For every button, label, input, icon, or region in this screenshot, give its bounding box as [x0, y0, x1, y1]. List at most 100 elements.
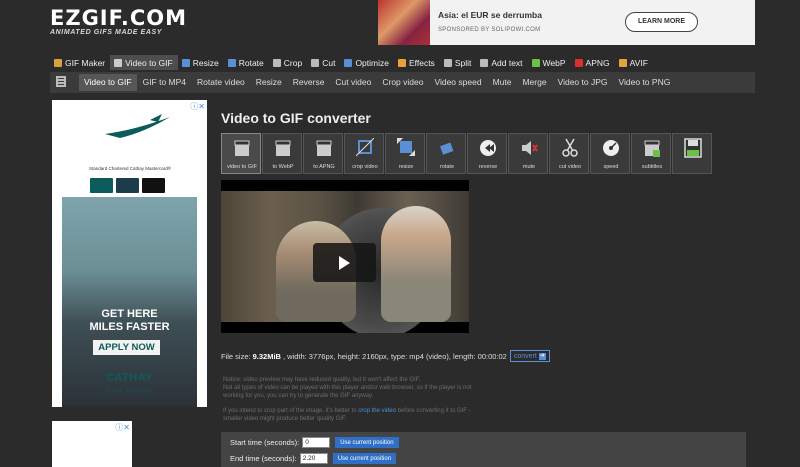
tool-label: crop video [352, 164, 378, 170]
crop-icon [356, 138, 374, 157]
file-info: File size: 9.32MiB , width: 3776px, heig… [221, 350, 550, 362]
tool-video-to-gif[interactable]: video to GIF [221, 133, 261, 174]
gif-maker-icon [54, 58, 62, 67]
tab-video-to-png[interactable]: Video to PNG [614, 74, 676, 91]
start-use-current-button[interactable]: Use current position [335, 437, 399, 448]
tab-video-to-jpg[interactable]: Video to JPG [553, 74, 613, 91]
tab-gif-to-mp4[interactable]: GIF to MP4 [138, 74, 191, 91]
tab-reverse[interactable]: Reverse [288, 74, 330, 91]
tool-toolbar: video to GIF to WebP to APNG crop video resi… [221, 133, 713, 174]
nav-item-gif-maker[interactable]: GIF Maker [50, 55, 110, 70]
ad-headline: GET HERE MILES FASTER [62, 308, 197, 334]
tab-mute[interactable]: Mute [488, 74, 517, 91]
ad-headline-line-2: MILES FASTER [89, 321, 170, 333]
speed-icon [603, 140, 619, 156]
nav-item-label: AVIF [629, 57, 648, 68]
tool-label: cut video [558, 164, 581, 170]
nav-item-optimize[interactable]: Optimize [340, 55, 394, 70]
tab-crop-video[interactable]: Crop video [377, 74, 428, 91]
nav-item-label: Effects [408, 57, 435, 68]
split-icon [443, 58, 452, 67]
tool-save[interactable] [672, 133, 712, 174]
nav-item-crop[interactable]: Crop [269, 55, 307, 70]
tool-reverse[interactable]: reverse [467, 133, 507, 174]
nav-item-video-to-gif[interactable]: Video to GIF [110, 55, 178, 70]
resize-icon [181, 58, 190, 67]
top-banner-ad[interactable]: Asia: el EUR se derrumba SPONSORED BY SO… [378, 0, 755, 45]
scissors-icon [562, 138, 578, 157]
tool-mute[interactable]: mute [508, 133, 548, 174]
start-time-input[interactable] [302, 437, 331, 448]
nav-item-label: GIF Maker [65, 57, 106, 68]
nav-item-rotate[interactable]: Rotate [224, 55, 269, 70]
header: EZGIF.COM ANIMATED GIFS MADE EASY Asia: … [0, 0, 800, 52]
tool-label: speed [603, 164, 619, 170]
tool-to-webp[interactable]: to WebP [262, 133, 302, 174]
nav-item-webp[interactable]: WebP [528, 55, 571, 70]
optimize-icon [344, 58, 353, 67]
video-player[interactable] [221, 180, 469, 333]
file-size-value: 9.32MiB [252, 351, 281, 361]
nav-item-resize[interactable]: Resize [178, 55, 224, 70]
effects-icon [397, 58, 406, 67]
ad-headline: Asia: el EUR se derrumba [438, 10, 542, 20]
sidebar-ad-2[interactable]: ⓘ✕ [52, 421, 132, 467]
scissors-icon [311, 58, 320, 67]
nav-item-label: Optimize [355, 57, 389, 68]
learn-more-button[interactable]: LEARN MORE [625, 12, 698, 32]
play-button[interactable] [313, 243, 376, 282]
nav-item-label: Split [454, 57, 472, 68]
crop-hint-text: If you intend to crop part of the image,… [223, 408, 359, 414]
tab-resize[interactable]: Resize [251, 74, 287, 91]
webp-icon [531, 58, 540, 67]
apply-now-button[interactable]: APPLY NOW [93, 340, 160, 355]
tab-rotate-video[interactable]: Rotate video [192, 74, 250, 91]
ad-choices-icon[interactable]: ⓘ✕ [115, 422, 130, 433]
crop-video-link[interactable]: crop the video [358, 408, 396, 414]
nav-item-label: Add text [491, 57, 523, 68]
resize-icon [397, 138, 415, 156]
tool-resize[interactable]: resize [385, 133, 425, 174]
nav-item-label: Video to GIF [125, 57, 173, 68]
convert-button[interactable]: convert ➔ [509, 350, 550, 362]
page-title: Video to GIF converter [221, 110, 371, 126]
film-icon [56, 76, 66, 87]
start-time-label: Start time (seconds): [230, 438, 300, 447]
tab-merge[interactable]: Merge [517, 74, 551, 91]
credit-card-image [142, 178, 165, 193]
end-use-current-button[interactable]: Use current position [332, 453, 397, 464]
tab-video-to-gif[interactable]: Video to GIF [79, 74, 137, 91]
sidebar-ad[interactable]: ⓘ✕ Standard Chartered Cathay Mastercard®… [52, 100, 207, 407]
rotate-icon [227, 58, 236, 67]
tool-cut-video[interactable]: cut video [549, 133, 589, 174]
ad-credit-cards [90, 178, 165, 193]
credit-card-image [116, 178, 139, 193]
nav-item-add-text[interactable]: Add text [476, 55, 527, 70]
file-details: , width: 3776px, height: 2160px, type: m… [282, 351, 507, 361]
nav-item-cut[interactable]: Cut [307, 55, 340, 70]
clapper-icon [275, 140, 291, 156]
end-time-input[interactable] [299, 453, 328, 464]
logo-tagline: ANIMATED GIFS MADE EASY [50, 29, 163, 36]
site-logo[interactable]: EZGIF.COM ANIMATED GIFS MADE EASY [50, 8, 186, 37]
tab-video-speed[interactable]: Video speed [429, 74, 486, 91]
tool-label: mute [522, 164, 536, 170]
nav-item-split[interactable]: Split [440, 55, 477, 70]
tool-to-apng[interactable]: to APNG [303, 133, 343, 174]
nav-item-effects[interactable]: Effects [394, 55, 440, 70]
nav-item-avif[interactable]: AVIF [615, 55, 653, 70]
cathay-bird-logo-icon [105, 114, 170, 138]
tool-speed[interactable]: speed [590, 133, 630, 174]
play-icon [339, 256, 350, 270]
reverse-icon [480, 140, 496, 156]
tool-label: video to GIF [227, 164, 257, 170]
tool-rotate[interactable]: rotate [426, 133, 466, 174]
tool-crop-video[interactable]: crop video [344, 133, 384, 174]
tool-subtitles[interactable]: subtitles [631, 133, 671, 174]
ad-choices-icon[interactable]: ⓘ✕ [190, 101, 205, 112]
video-figure [381, 206, 451, 322]
convert-label: convert [513, 352, 537, 360]
nav-item-apng[interactable]: APNG [571, 55, 615, 70]
end-time-label: End time (seconds): [230, 454, 297, 463]
tab-cut-video[interactable]: Cut video [330, 74, 376, 91]
